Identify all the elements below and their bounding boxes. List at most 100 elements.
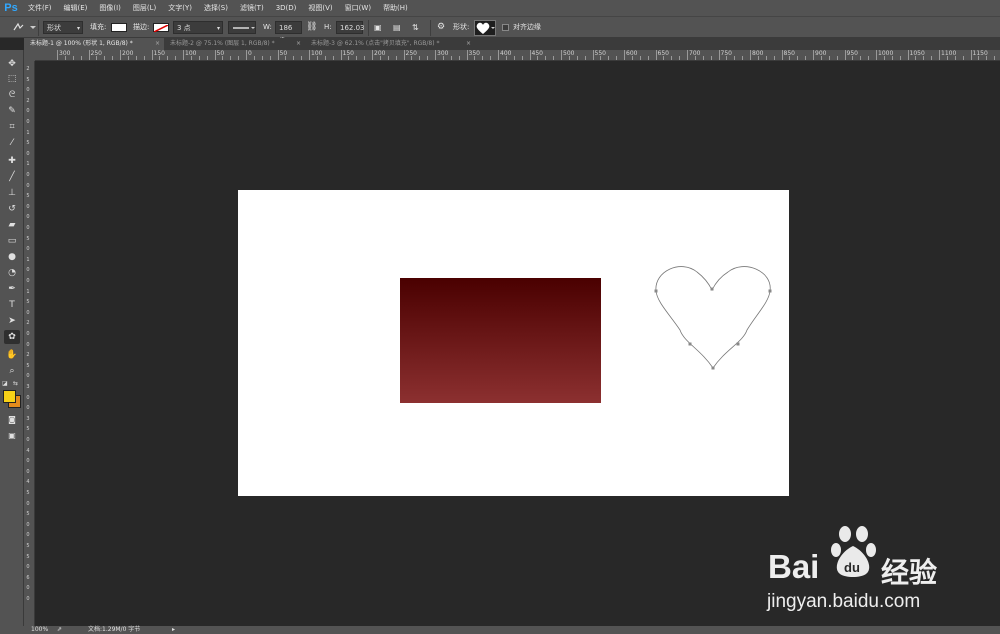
history-brush-tool-icon[interactable]: ↺ <box>4 202 20 216</box>
brush-tool-icon[interactable]: ╱ <box>4 170 20 184</box>
ruler-minor-tick <box>710 56 712 60</box>
move-tool-icon[interactable]: ✥ <box>4 57 20 71</box>
path-operations-icon[interactable]: ▣ <box>374 21 382 34</box>
close-icon[interactable]: × <box>466 38 471 50</box>
ruler-minor-tick <box>726 56 728 60</box>
quick-mask-icon[interactable]: ◙ <box>4 412 20 426</box>
path-arrangement-icon[interactable]: ⇅ <box>412 21 419 34</box>
share-icon[interactable]: ⇗ <box>57 626 62 634</box>
path-select-tool-icon[interactable]: ➤ <box>4 314 20 328</box>
ruler-minor-tick <box>757 56 759 60</box>
default-colors-icon[interactable]: ◪ <box>2 380 8 387</box>
tab-document-2[interactable]: 未标题-2 @ 75.1% (图层 1, RGB/8) * × <box>164 38 305 50</box>
ruler-label: 0 <box>26 585 30 592</box>
swap-colors-icon[interactable]: ⇆ <box>13 380 18 387</box>
menu-filter[interactable]: 滤镜(T) <box>234 0 270 16</box>
ruler-label: 0 <box>26 564 30 571</box>
ruler-label: 0 <box>26 309 30 316</box>
stamp-tool-icon[interactable]: ⊥ <box>4 186 20 200</box>
vertical-ruler[interactable]: 2 5 0 2 0 0 1 5 0 1 0 0 5 0 0 0 5 0 1 0 0 1 5 0 2 0 0 2 5 0 3 0 0 3 5 0 4 0 0 4… <box>24 61 35 626</box>
ruler-minor-tick <box>364 56 366 60</box>
zoom-level[interactable]: 100% <box>31 626 48 634</box>
ruler-origin[interactable] <box>24 50 35 61</box>
healing-tool-icon[interactable]: ✚ <box>4 154 20 168</box>
toolbox: ✥ ⬚ ᘓ ✎ ⌗ ⁄ ✚ ╱ ⊥ ↺ ▰ ▭ ● ◔ ✒ T ➤ ✿ ✋ ⌕ … <box>0 50 24 626</box>
ruler-label: 3 <box>26 415 30 422</box>
gradient-tool-icon[interactable]: ▭ <box>4 234 20 248</box>
heart-shape-icon <box>476 22 495 34</box>
ruler-minor-tick <box>616 56 618 60</box>
lasso-tool-icon[interactable]: ᘓ <box>4 88 20 102</box>
ruler-minor-tick <box>72 56 74 60</box>
ruler-tick <box>57 50 58 60</box>
menu-select[interactable]: 选择(S) <box>198 0 234 16</box>
fill-swatch[interactable] <box>111 23 127 32</box>
close-icon[interactable]: × <box>296 38 301 50</box>
gradient-rectangle-shape[interactable] <box>400 278 601 403</box>
height-field[interactable]: 162.03 <box>336 21 365 34</box>
menu-layer[interactable]: 图层(L) <box>127 0 162 16</box>
menu-3d[interactable]: 3D(D) <box>270 0 303 16</box>
eraser-tool-icon[interactable]: ▰ <box>4 218 20 232</box>
eyedropper-tool-icon[interactable]: ⁄ <box>4 136 20 150</box>
heart-shape-path[interactable] <box>651 265 777 377</box>
status-menu-icon[interactable]: ▸ <box>172 626 175 634</box>
gear-icon[interactable]: ⚙ <box>437 21 445 34</box>
foreground-color-swatch[interactable] <box>3 390 16 403</box>
shape-picker[interactable] <box>474 20 496 36</box>
document-canvas[interactable] <box>238 190 789 496</box>
ruler-tick <box>561 50 562 60</box>
marquee-tool-icon[interactable]: ⬚ <box>4 72 20 86</box>
menu-view[interactable]: 视图(V) <box>302 0 338 16</box>
horizontal-ruler[interactable]: 300 250 200 150 100 50 0 50 100 150 200 250 300 350 40… <box>35 50 1000 61</box>
menu-edit[interactable]: 编辑(E) <box>58 0 94 16</box>
tool-preset-picker[interactable] <box>10 21 36 34</box>
mode-select[interactable]: 形状 ▾ <box>43 21 83 34</box>
ruler-minor-tick <box>994 56 996 60</box>
dodge-tool-icon[interactable]: ◔ <box>4 266 20 280</box>
ruler-minor-tick <box>127 56 129 60</box>
crop-tool-icon[interactable]: ⌗ <box>4 120 20 134</box>
ruler-minor-tick <box>553 56 555 60</box>
tab-document-3[interactable]: 未标题-3 @ 62.1% (点击"拷贝填充", RGB/8) * × <box>305 38 475 50</box>
hand-tool-icon[interactable]: ✋ <box>4 348 20 362</box>
width-field[interactable]: 186 像 <box>275 21 302 45</box>
menu-help[interactable]: 帮助(H) <box>377 0 414 16</box>
close-icon[interactable]: × <box>155 38 160 50</box>
menu-image[interactable]: 图像(I) <box>93 0 127 16</box>
ruler-label: 6 <box>26 574 30 581</box>
quick-select-tool-icon[interactable]: ✎ <box>4 104 20 118</box>
ruler-minor-tick <box>978 56 980 60</box>
chevron-down-icon: ▾ <box>216 25 220 32</box>
ruler-minor-tick <box>765 56 767 60</box>
width-label: W: <box>263 23 272 31</box>
screen-mode-icon[interactable]: ▣ <box>4 428 20 442</box>
ruler-minor-tick <box>679 56 681 60</box>
ruler-tick <box>592 50 594 60</box>
ruler-minor-tick <box>568 56 570 60</box>
pen-tool-icon[interactable]: ✒ <box>4 282 20 296</box>
menu-file[interactable]: 文件(F) <box>22 0 58 16</box>
blur-tool-icon[interactable]: ● <box>4 250 20 264</box>
ruler-tick <box>750 50 751 60</box>
path-alignment-icon[interactable]: ▤ <box>393 21 401 34</box>
ruler-label: 0 <box>26 278 30 284</box>
zoom-tool-icon[interactable]: ⌕ <box>4 364 20 378</box>
ruler-minor-tick <box>285 56 287 60</box>
align-edges-checkbox[interactable] <box>502 24 509 31</box>
ruler-minor-tick <box>442 56 444 60</box>
ruler-label: 5 <box>26 299 30 306</box>
stroke-swatch[interactable] <box>153 23 169 33</box>
ruler-minor-tick <box>135 56 137 60</box>
menu-window[interactable]: 窗口(W) <box>339 0 377 16</box>
menu-type[interactable]: 文字(Y) <box>162 0 198 16</box>
ruler-label: 0 <box>26 172 30 178</box>
custom-shape-tool-icon[interactable]: ✿ <box>4 330 20 344</box>
stroke-type-select[interactable] <box>228 21 256 34</box>
ruler-label: 1 <box>26 256 30 263</box>
link-icon[interactable]: ⛓ <box>306 21 317 34</box>
tab-document-1[interactable]: 未标题-1 @ 100% (形状 1, RGB/8) * × <box>24 38 164 50</box>
stroke-width-field[interactable]: 3 点 ▾ <box>173 21 223 34</box>
ruler-minor-tick <box>702 56 704 60</box>
type-tool-icon[interactable]: T <box>4 298 20 312</box>
